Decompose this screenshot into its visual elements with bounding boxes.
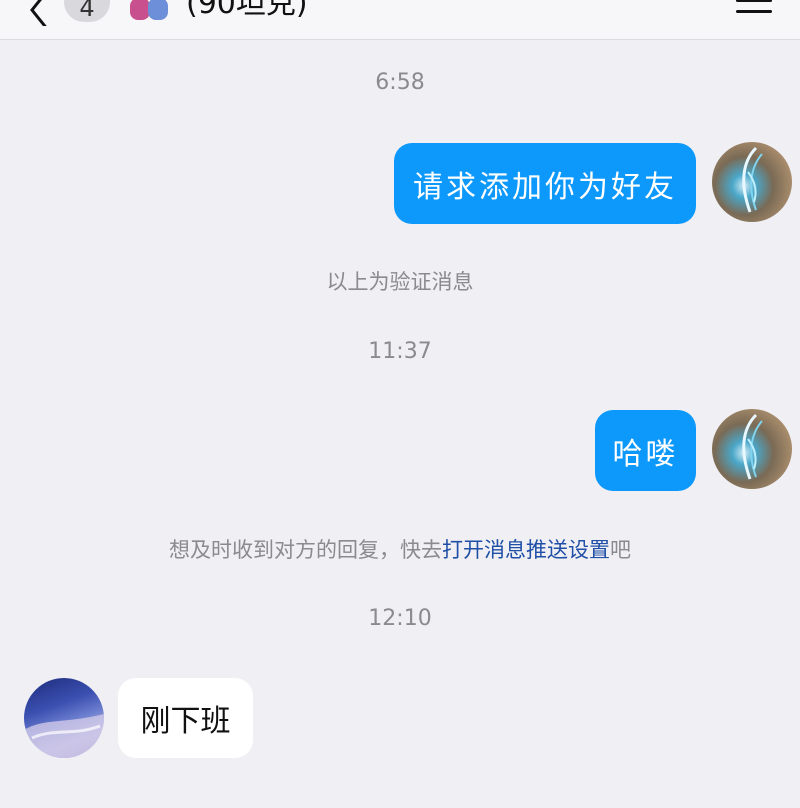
menu-icon[interactable] [736,0,772,16]
notice-suffix: 吧 [610,538,631,562]
my-avatar[interactable] [712,142,792,222]
chat-header: 4 (90坦克) [0,0,800,40]
unread-count-badge[interactable]: 4 [64,0,110,22]
contact-avatar[interactable] [24,678,104,758]
avatar-artwork-icon [742,413,763,480]
my-avatar[interactable] [712,409,792,489]
push-settings-notice: 想及时收到对方的回复，快去打开消息推送设置吧 [0,534,800,564]
incoming-message-bubble[interactable]: 刚下班 [118,678,253,758]
timestamp: 11:37 [368,339,432,364]
avatar-artwork-icon [742,146,763,213]
avatar-photo-icon [24,714,104,758]
timestamp: 12:10 [368,606,432,631]
chat-title: (90坦克) [186,0,308,21]
system-message: 以上为验证消息 [326,270,474,294]
open-push-settings-link[interactable]: 打开消息推送设置 [442,538,610,562]
outgoing-message-bubble[interactable]: 哈喽 [595,410,696,491]
back-arrow-icon[interactable] [26,0,58,26]
timestamp: 6:58 [375,70,425,95]
person-emoji-icon [130,0,168,20]
notice-prefix: 想及时收到对方的回复，快去 [169,538,442,562]
title-emoji [124,0,172,20]
outgoing-message-bubble[interactable]: 请求添加你为好友 [394,143,696,224]
